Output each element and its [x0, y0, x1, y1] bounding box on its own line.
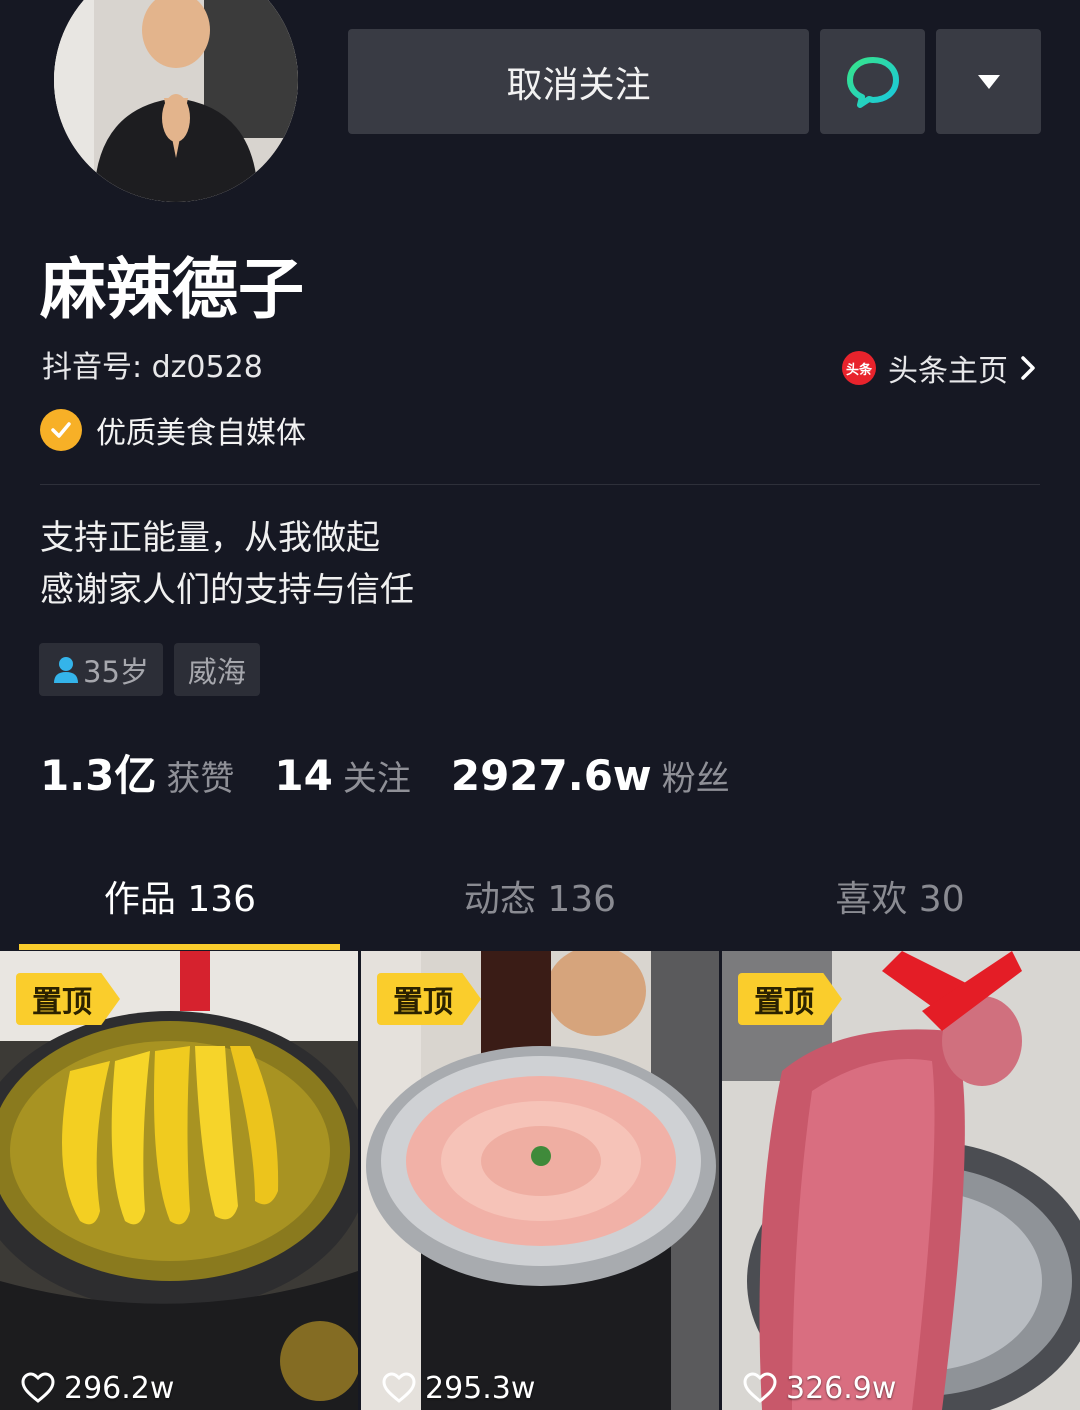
chat-bubble-icon: [846, 56, 899, 108]
douyin-id: 抖音号: dz0528: [42, 350, 263, 385]
video-thumbnail-pork[interactable]: 置顶 326.9w: [722, 951, 1080, 1410]
pinned-badge: 置顶: [738, 973, 842, 1025]
person-icon: [54, 656, 78, 683]
like-count-value: 296.2w: [64, 1370, 175, 1406]
verification-label: 优质美食自媒体: [96, 416, 306, 451]
like-count: 295.3w: [381, 1366, 535, 1410]
profile-name: 麻辣德子: [40, 251, 304, 328]
bio: 支持正能量，从我做起 感谢家人们的支持与信任: [40, 512, 414, 616]
more-options-button[interactable]: [936, 29, 1041, 134]
video-thumbnail-bananas[interactable]: 置顶 296.2w: [0, 951, 358, 1410]
like-count: 326.9w: [742, 1366, 896, 1410]
heart-outline-icon: [382, 1372, 416, 1403]
likes-count: 1.3亿: [40, 751, 157, 800]
toutiao-homepage-link[interactable]: 头条 头条主页: [842, 346, 1036, 390]
profile-tags: 35岁 威海: [39, 643, 260, 696]
tab-likes[interactable]: 喜欢 30: [720, 870, 1080, 940]
like-count-value: 295.3w: [425, 1370, 536, 1406]
active-tab-indicator: [19, 944, 340, 950]
age-tag: 35岁: [39, 643, 163, 696]
heart-outline-icon: [21, 1372, 55, 1403]
tab-activity[interactable]: 动态 136: [360, 870, 720, 940]
followers-count[interactable]: 2927.6w: [451, 751, 652, 800]
unfollow-button[interactable]: 取消关注: [348, 29, 809, 134]
like-count-value: 326.9w: [786, 1370, 897, 1406]
bio-line: 支持正能量，从我做起: [40, 518, 380, 558]
divider: [40, 484, 1040, 485]
video-grid: 置顶 296.2w 置顶 295.3w 置顶 326.9w: [0, 951, 1080, 1410]
message-button[interactable]: [820, 29, 925, 134]
age-label: 35岁: [83, 654, 149, 689]
verification-row: 优质美食自媒体: [40, 408, 306, 452]
pinned-badge: 置顶: [377, 973, 481, 1025]
bio-line: 感谢家人们的支持与信任: [40, 570, 414, 610]
following-label[interactable]: 关注: [343, 751, 411, 800]
video-thumbnail-chicken-wings[interactable]: 置顶 295.3w: [361, 951, 719, 1410]
likes-label: 获赞: [166, 759, 235, 799]
caret-down-icon: [977, 74, 1000, 89]
pinned-badge: 置顶: [16, 973, 120, 1025]
like-count: 296.2w: [20, 1366, 174, 1410]
profile-stats: 1.3亿 获赞 14 关注 2927.6w 粉丝: [40, 742, 770, 803]
followers-label[interactable]: 粉丝: [662, 751, 730, 800]
content-tabs: 作品 136 动态 136 喜欢 30: [0, 870, 1080, 940]
avatar-photo: [54, 0, 298, 202]
toutiao-label: 头条主页: [888, 354, 1008, 389]
heart-outline-icon: [743, 1372, 777, 1403]
location-label: 威海: [187, 654, 246, 689]
toutiao-logo-icon: 头条: [842, 351, 876, 385]
location-tag: 威海: [173, 643, 260, 696]
unfollow-label: 取消关注: [506, 64, 651, 106]
chevron-right-icon: [1021, 356, 1035, 380]
following-count[interactable]: 14: [274, 751, 332, 800]
avatar[interactable]: [54, 0, 298, 202]
verified-check-icon: [40, 409, 82, 451]
tab-works[interactable]: 作品 136: [0, 870, 360, 940]
